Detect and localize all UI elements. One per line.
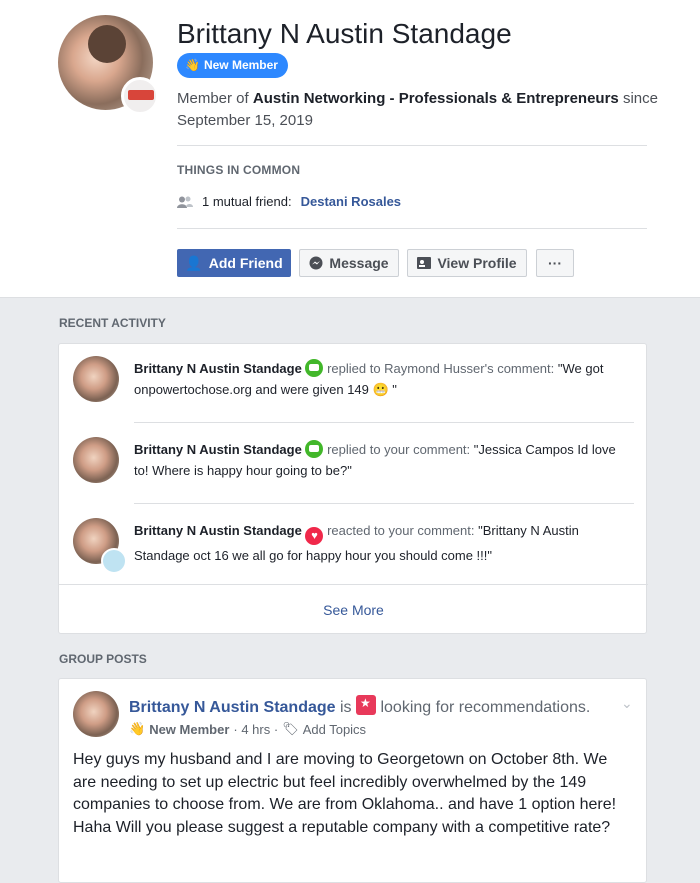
activity-text: Brittany N Austin Standage replied to Ra… (134, 358, 629, 400)
message-label: Message (329, 255, 389, 271)
wave-icon: 👋 (129, 721, 146, 736)
mutual-friends-row: 1 mutual friend: Destani Rosales (177, 194, 401, 209)
profile-name[interactable]: Brittany N Austin Standage (177, 18, 512, 50)
recent-activity-heading: RECENT ACTIVITY (59, 316, 166, 330)
activity-text: Brittany N Austin Standage ♥ reacted to … (134, 520, 629, 566)
view-profile-button[interactable]: View Profile (407, 249, 527, 277)
post-is: is (340, 699, 352, 716)
avatar[interactable] (73, 691, 119, 737)
add-friend-button[interactable]: 👤 Add Friend (177, 249, 291, 277)
view-profile-label: View Profile (437, 255, 517, 271)
add-friend-label: Add Friend (208, 255, 283, 271)
member-since-date: September 15, 2019 (177, 112, 313, 129)
new-member-label: New Member (203, 58, 278, 72)
divider (134, 422, 634, 423)
profile-card-icon (417, 257, 432, 269)
activity-actor[interactable]: Brittany N Austin Standage (134, 442, 302, 457)
list-item[interactable]: Brittany N Austin Standage replied to Ra… (59, 344, 648, 425)
post-author-link[interactable]: Brittany N Austin Standage (129, 699, 336, 716)
more-options-icon: ··· (548, 255, 562, 271)
divider (177, 228, 647, 229)
wave-icon: 👋 (185, 58, 200, 72)
post-body: Hey guys my husband and I are moving to … (73, 751, 617, 836)
post-status: looking for recommendations. (380, 699, 591, 716)
new-member-badge: 👋 New Member (177, 53, 288, 78)
activity-verb: replied to your comment: (327, 442, 471, 457)
group-name-link[interactable]: Austin Networking - Professionals & Entr… (253, 90, 619, 107)
reply-icon (305, 440, 324, 458)
more-options-button[interactable]: ··· (536, 249, 574, 277)
post-time[interactable]: · 4 hrs · (233, 722, 278, 737)
member-prefix: Member of (177, 90, 249, 107)
member-since-word: since (622, 90, 658, 107)
heart-icon: ♥ (305, 527, 324, 545)
tag-icon: 🏷 (282, 721, 299, 736)
activity-text: Brittany N Austin Standage replied to yo… (134, 439, 629, 481)
group-posts-heading: GROUP POSTS (59, 652, 147, 666)
group-avatar-badge (121, 77, 159, 115)
add-friend-icon: 👤 (185, 254, 203, 271)
group-post-card: Brittany N Austin Standage is looking fo… (58, 678, 647, 883)
avatar (73, 518, 127, 574)
activity-verb: replied to Raymond Husser's comment: (327, 361, 555, 376)
mutual-friend-prefix: 1 mutual friend: (202, 194, 292, 209)
recent-activity-card: Brittany N Austin Standage replied to Ra… (58, 343, 648, 634)
recommendation-icon (356, 695, 377, 715)
divider (177, 145, 647, 146)
messenger-icon (309, 256, 323, 270)
see-more-link[interactable]: See More (59, 584, 648, 634)
message-button[interactable]: Message (299, 249, 399, 277)
activity-actor[interactable]: Brittany N Austin Standage (134, 361, 302, 376)
post-header: Brittany N Austin Standage is looking fo… (129, 695, 590, 717)
membership-info: Member of Austin Networking - Profession… (177, 88, 677, 132)
avatar (73, 356, 119, 402)
post-member-badge: New Member (149, 721, 230, 737)
list-item[interactable]: Brittany N Austin Standage replied to yo… (59, 425, 648, 506)
things-in-common-heading: THINGS IN COMMON (177, 163, 301, 177)
divider (134, 503, 634, 504)
add-topics-link[interactable]: Add Topics (303, 722, 366, 737)
mutual-friend-link[interactable]: Destani Rosales (301, 194, 401, 209)
post-meta: 👋 New Member · 4 hrs · 🏷 Add Topics (129, 721, 366, 737)
list-item[interactable]: Brittany N Austin Standage ♥ reacted to … (59, 506, 648, 587)
activity-verb: reacted to your comment: (327, 523, 475, 538)
chevron-down-icon[interactable]: ⌄ (621, 695, 633, 712)
activity-actor[interactable]: Brittany N Austin Standage (134, 523, 302, 538)
avatar (73, 437, 119, 483)
reply-icon (305, 359, 324, 377)
profile-header: Brittany N Austin Standage 👋 New Member … (0, 0, 700, 298)
friends-icon (177, 196, 193, 208)
